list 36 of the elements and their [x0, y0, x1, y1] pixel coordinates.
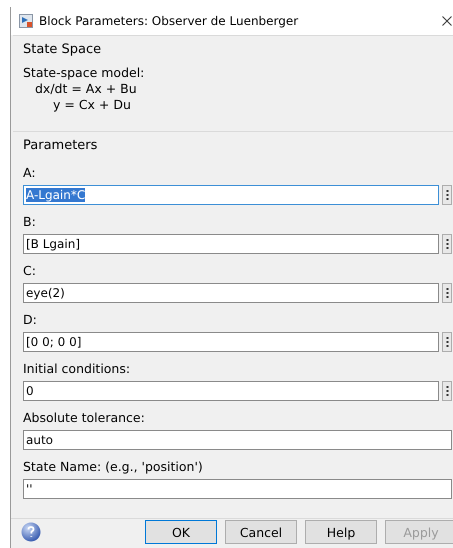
input-field[interactable]: '' [23, 479, 452, 499]
field-label: C: [23, 263, 37, 278]
more-options-icon [446, 239, 449, 249]
more-options-button[interactable] [442, 283, 452, 303]
field-label: A: [23, 165, 37, 180]
field-label: B: [23, 214, 37, 229]
more-options-button[interactable] [442, 381, 452, 401]
help-icon[interactable] [21, 522, 41, 542]
more-options-button[interactable] [442, 185, 452, 205]
input-field[interactable]: eye(2) [23, 283, 440, 303]
close-icon[interactable] [442, 16, 452, 26]
more-options-icon [446, 386, 449, 396]
description-text: y = Cx + Du [52, 97, 132, 113]
field-label: D: [23, 312, 38, 327]
dialog-button[interactable]: Help [305, 520, 377, 544]
dialog-button[interactable]: Cancel [225, 520, 297, 544]
more-options-icon [446, 288, 449, 298]
section-heading: Parameters [23, 138, 98, 153]
more-options-icon [446, 337, 449, 347]
input-field[interactable]: A-Lgain*C [23, 185, 440, 205]
field-label: Absolute tolerance: [23, 410, 146, 425]
input-field[interactable]: [0 0; 0 0] [23, 332, 440, 352]
more-options-icon [446, 190, 449, 200]
block-icon [19, 14, 33, 28]
input-field[interactable]: auto [23, 430, 452, 450]
description-text: State-space model: [23, 65, 146, 81]
field-label: Initial conditions: [23, 361, 132, 376]
more-options-button[interactable] [442, 332, 452, 352]
description-text: dx/dt = Ax + Bu [34, 81, 138, 97]
input-field[interactable]: [B Lgain] [23, 234, 440, 254]
more-options-button[interactable] [442, 234, 452, 254]
input-field[interactable]: 0 [23, 381, 440, 401]
field-label: State Name: (e.g., 'position') [23, 459, 204, 474]
section-heading: State Space [23, 42, 102, 57]
dialog-button[interactable]: OK [145, 520, 217, 544]
window-title: Block Parameters: Observer de Luenberger [39, 14, 300, 28]
